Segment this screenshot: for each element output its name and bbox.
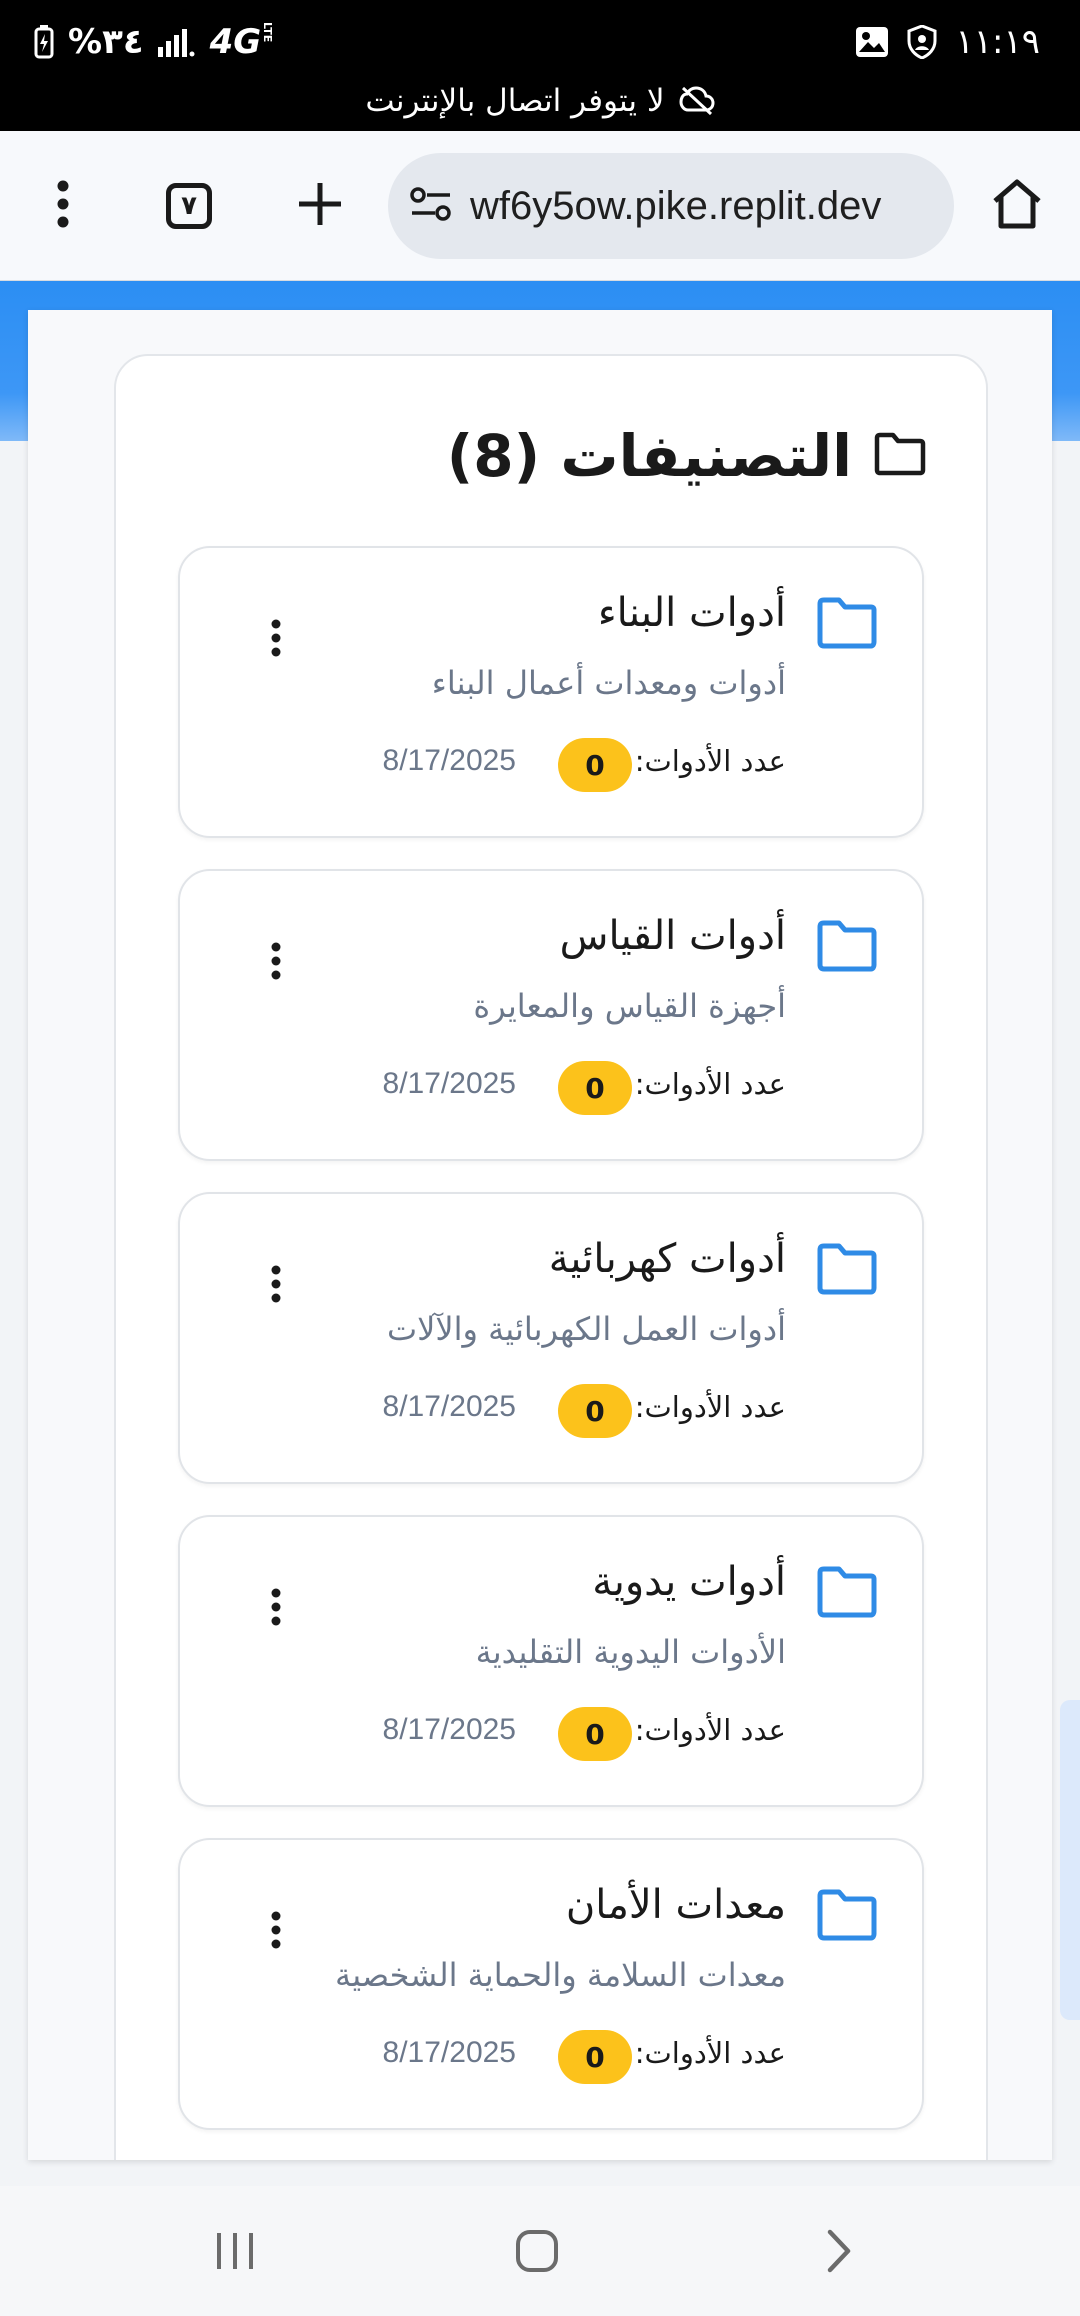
back-button[interactable] <box>794 2216 884 2286</box>
category-menu-button[interactable] <box>254 1577 298 1637</box>
category-name: أدوات كهربائية <box>548 1236 786 1282</box>
tool-count-badge: 0 <box>558 1707 632 1761</box>
cloud-off-icon <box>679 86 715 116</box>
clock: ١١:١٩ <box>955 22 1040 62</box>
category-card[interactable]: أدوات القياس أجهزة القياس والمعايرة عدد … <box>178 869 924 1161</box>
home-icon <box>991 179 1043 233</box>
tool-count-label: عدد الأدوات: <box>634 744 786 778</box>
plus-icon <box>297 181 343 231</box>
content-container: التصنيفات (8) أدوات البناء أدوات ومعدات … <box>28 310 1052 2160</box>
tabs-icon: ٧ <box>166 183 212 229</box>
category-card[interactable]: أدوات البناء أدوات ومعدات أعمال البناء ع… <box>178 546 924 838</box>
signal-icon <box>157 27 196 57</box>
category-menu-button[interactable] <box>254 931 298 991</box>
category-name: أدوات القياس <box>559 913 786 959</box>
category-description: أجهزة القياس والمعايرة <box>473 987 786 1025</box>
background-decoration <box>1060 1700 1080 2020</box>
more-vert-icon <box>271 1911 281 1949</box>
category-date: 8/17/2025 <box>382 1713 516 1746</box>
address-bar[interactable]: wf6y5ow.pike.replit.dev <box>388 153 954 259</box>
system-home-button[interactable] <box>492 2216 582 2286</box>
category-menu-button[interactable] <box>254 1900 298 1960</box>
status-right: ١١:١٩ <box>855 20 1040 64</box>
status-bar: %٣٤ 4G LTE ١١:١٩ لا يتوفر اتصال بالإنترن… <box>0 0 1080 131</box>
category-description: أدوات ومعدات أعمال البناء <box>431 664 786 702</box>
category-description: الأدوات اليدوية التقليدية <box>475 1633 786 1671</box>
category-name: معدات الأمان <box>565 1882 786 1928</box>
folder-icon <box>816 1242 878 1296</box>
category-card[interactable]: أدوات كهربائية أدوات العمل الكهربائية وا… <box>178 1192 924 1484</box>
recents-button[interactable] <box>190 2216 280 2286</box>
more-vert-icon <box>271 1588 281 1626</box>
category-card[interactable]: أدوات يدوية الأدوات اليدوية التقليدية عد… <box>178 1515 924 1807</box>
battery-percent: %٣٤ <box>68 22 144 62</box>
tool-count-label: عدد الأدوات: <box>634 1067 786 1101</box>
browser-menu-button[interactable] <box>18 161 108 251</box>
folder-outline-icon <box>874 422 926 490</box>
page-title: التصنيفات (8) <box>446 422 852 490</box>
more-vert-icon <box>271 619 281 657</box>
site-settings-icon[interactable] <box>410 186 452 226</box>
category-menu-button[interactable] <box>254 608 298 668</box>
tool-count-label: عدد الأدوات: <box>634 1713 786 1747</box>
offline-banner: لا يتوفر اتصال بالإنترنت <box>0 78 1080 124</box>
category-menu-button[interactable] <box>254 1254 298 1314</box>
category-name: أدوات يدوية <box>592 1559 786 1605</box>
browser-toolbar: ٧ wf6y5ow.pike.replit.dev <box>0 131 1080 281</box>
category-card[interactable]: معدات الأمان معدات السلامة والحماية الشخ… <box>178 1838 924 2130</box>
home-circle-icon <box>516 2230 558 2272</box>
categories-panel: التصنيفات (8) أدوات البناء أدوات ومعدات … <box>114 354 988 2160</box>
battery-charging-icon <box>34 25 54 59</box>
back-icon <box>827 2229 851 2273</box>
more-vert-icon <box>56 179 70 233</box>
status-left: %٣٤ 4G LTE <box>34 20 275 64</box>
category-date: 8/17/2025 <box>382 2036 516 2069</box>
more-vert-icon <box>271 1265 281 1303</box>
tool-count-badge: 0 <box>558 1384 632 1438</box>
shield-icon <box>907 25 937 59</box>
category-description: أدوات العمل الكهربائية والآلات <box>387 1310 786 1348</box>
folder-icon <box>816 1565 878 1619</box>
url-text[interactable]: wf6y5ow.pike.replit.dev <box>470 184 881 229</box>
tool-count-badge: 0 <box>558 1061 632 1115</box>
category-description: معدات السلامة والحماية الشخصية <box>335 1956 786 1994</box>
network-type: 4G LTE <box>209 22 275 62</box>
category-date: 8/17/2025 <box>382 744 516 777</box>
system-nav-bar <box>0 2186 1080 2316</box>
home-button[interactable] <box>972 161 1062 251</box>
category-date: 8/17/2025 <box>382 1390 516 1423</box>
gallery-icon <box>855 26 889 58</box>
category-name: أدوات البناء <box>597 590 786 636</box>
more-vert-icon <box>271 942 281 980</box>
categories-title: التصنيفات (8) <box>447 416 926 496</box>
tool-count-badge: 0 <box>558 738 632 792</box>
tab-count: ٧ <box>181 191 197 221</box>
new-tab-button[interactable] <box>275 161 365 251</box>
folder-icon <box>816 919 878 973</box>
category-date: 8/17/2025 <box>382 1067 516 1100</box>
tabs-button[interactable]: ٧ <box>144 161 234 251</box>
tool-count-badge: 0 <box>558 2030 632 2084</box>
folder-icon <box>816 596 878 650</box>
folder-icon <box>816 1888 878 1942</box>
recents-icon <box>217 2233 253 2269</box>
offline-text: لا يتوفر اتصال بالإنترنت <box>365 83 665 119</box>
tool-count-label: عدد الأدوات: <box>634 2036 786 2070</box>
tool-count-label: عدد الأدوات: <box>634 1390 786 1424</box>
